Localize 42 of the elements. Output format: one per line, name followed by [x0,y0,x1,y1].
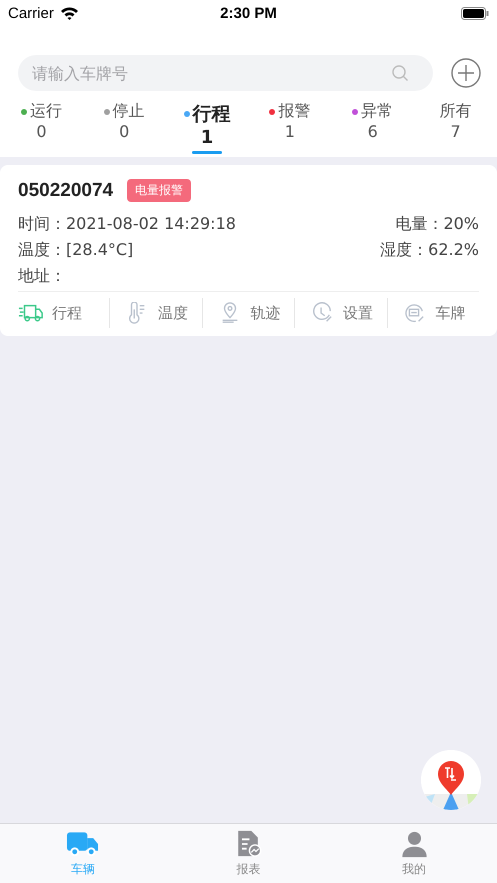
search-icon [391,64,409,82]
status-tab[interactable]: 行程 1 [166,101,248,157]
carrier-label: Carrier [8,4,54,22]
tab-label: 所有 [440,101,472,122]
action-button[interactable]: 温度 [109,298,202,328]
truck-icon [18,302,44,324]
tab-count: 7 [450,122,461,141]
tab-count: 0 [119,122,130,141]
clock-time: 2:30 PM [220,4,277,22]
status-tab[interactable]: 停止 0 [82,101,166,157]
nav-tab[interactable]: 我的 [331,824,497,883]
nav-tab[interactable]: 报表 [166,824,332,883]
search-field[interactable]: 请输入车牌号 [18,55,433,91]
tab-label: 运行 [30,101,62,122]
action-button[interactable]: 行程 [18,298,110,328]
tab-label: 行程 [192,102,231,127]
action-button[interactable]: 车牌 [386,298,480,328]
wifi-icon [60,6,79,20]
status-tab[interactable]: 报警 1 [248,101,332,157]
status-tab[interactable]: 所有 7 [414,101,497,157]
add-button[interactable] [451,58,481,88]
action-button[interactable]: 轨迹 [202,298,294,328]
action-button[interactable]: 设置 [294,298,387,328]
status-tab[interactable]: 运行 0 [0,101,83,157]
tab-label: 报警 [278,101,310,122]
tab-count: 1 [284,122,295,141]
info-field: 温度：[28.4°C] [18,240,380,261]
tab-count: 0 [36,122,46,141]
status-tab[interactable]: 异常 6 [331,101,414,157]
info-field: 电量：20% [395,214,479,235]
nav-tab[interactable]: 车辆 [0,824,166,883]
alarm-badge: 电量报警 [127,179,192,202]
tab-label: 停止 [112,101,145,122]
info-field: 湿度：62.2% [380,240,479,261]
plate-number: 050220074 [18,180,114,202]
tab-label: 异常 [361,101,394,122]
info-field: 地址： [18,266,380,287]
tab-count: 6 [368,122,378,141]
info-field: 时间：2021-08-02 14:29:18 [18,214,380,235]
battery-icon [461,6,490,20]
truck-icon [66,830,100,858]
tab-count: 1 [200,127,214,148]
